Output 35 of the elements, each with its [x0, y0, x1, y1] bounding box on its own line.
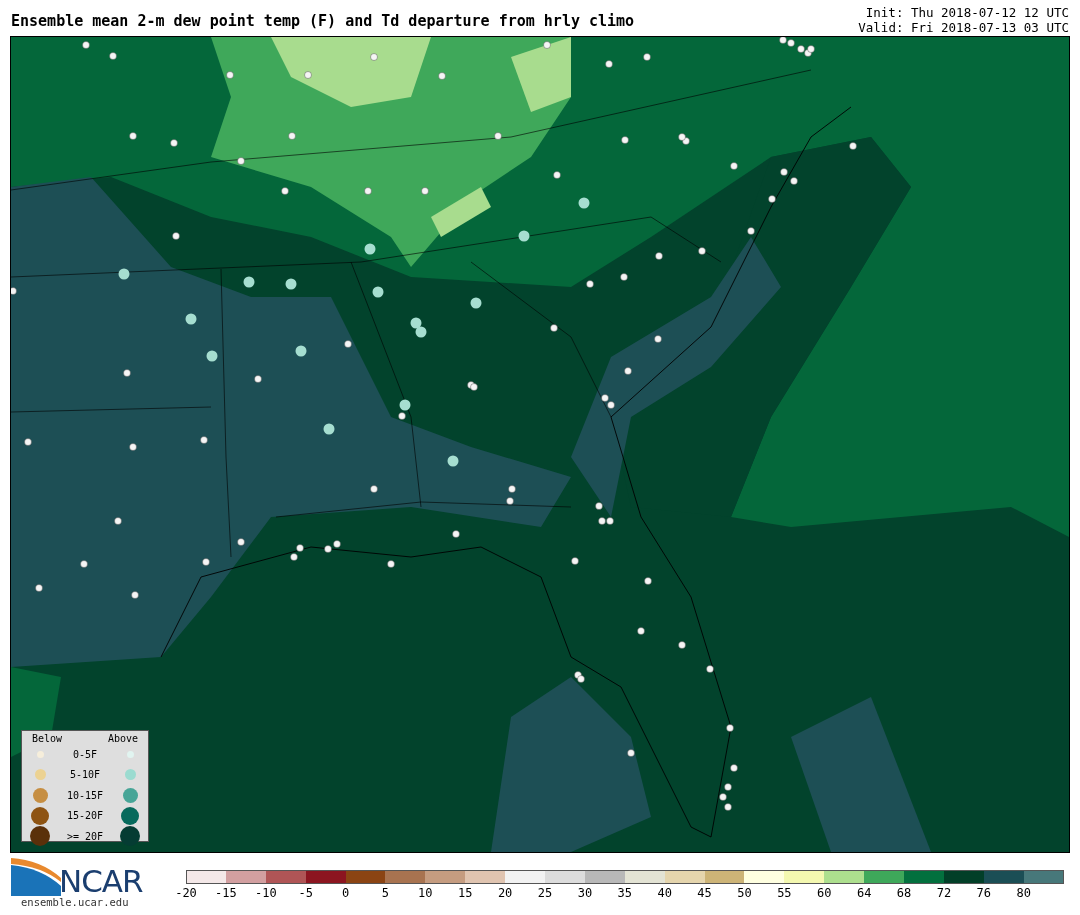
legend-label: 5-10F — [69, 769, 101, 781]
legend-heading: Below — [32, 733, 63, 744]
tick-label: 25 — [536, 886, 554, 900]
tick-label: 35 — [616, 886, 633, 900]
init-time: Init: Thu 2018-07-12 12 UTC — [865, 5, 1069, 20]
tick-label: -10 — [253, 886, 278, 900]
tick-label: -20 — [174, 886, 198, 900]
tick-label: 72 — [935, 886, 953, 900]
legend-heading: Above — [107, 733, 138, 744]
legend-label: 0-5F — [72, 748, 98, 760]
tick-label: 64 — [855, 886, 873, 900]
tick-label: 45 — [696, 886, 713, 900]
tick-label: -5 — [297, 886, 314, 900]
legend-label: 10-15F — [66, 789, 104, 801]
tick-label: 30 — [576, 886, 594, 900]
tick-label: 0 — [340, 886, 351, 900]
tick-label: 68 — [895, 886, 913, 900]
tick-label: 50 — [736, 886, 753, 900]
website-url: ensemble.ucar.edu — [21, 896, 130, 908]
tick-label: 80 — [1015, 886, 1032, 900]
legend-label: 15-20F — [66, 810, 104, 822]
tick-label: -15 — [214, 886, 238, 900]
tick-label: 55 — [776, 886, 793, 900]
tick-label: 15 — [457, 886, 474, 900]
tick-label: 20 — [496, 886, 514, 900]
legend-label: >= 20F — [66, 830, 104, 842]
logo-icon — [11, 856, 61, 896]
tick-label: 40 — [656, 886, 673, 900]
tick-label: 60 — [816, 886, 833, 900]
chart-title: Ensemble mean 2-m dew point temp (F) and Td departure from hrly climo — [11, 12, 635, 30]
valid-time: Valid: Fri 2018-07-13 03 UTC — [858, 20, 1069, 35]
tick-label: 76 — [975, 886, 993, 900]
logo-text: NCAR — [59, 866, 143, 896]
tick-label: 10 — [417, 886, 434, 900]
tick-label: 5 — [380, 886, 391, 900]
